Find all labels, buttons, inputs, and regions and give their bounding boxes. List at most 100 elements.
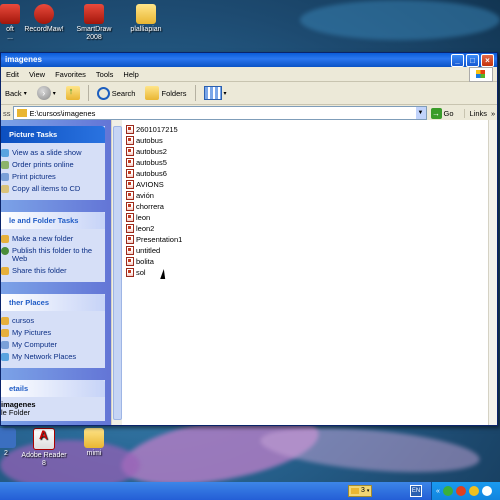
task-label: View as a slide show [12,148,82,157]
task-print-pictures[interactable]: Print pictures [1,171,105,183]
desktop-icon-mimi[interactable]: mimi [66,428,122,458]
folders-button[interactable]: Folders [143,84,188,102]
explorer-window[interactable]: imagenes _ □ × Edit View Favorites Tools… [0,52,498,426]
file-item[interactable]: bolita [126,256,488,267]
chevron-right-icon[interactable]: » [491,109,495,118]
details-type: le Folder [1,408,31,417]
file-list-scrollbar[interactable] [488,120,497,425]
task-pane-scrollbar[interactable] [111,120,122,425]
menu-favorites[interactable]: Favorites [50,70,91,79]
file-folder-tasks-panel: le and Folder Tasks Make a new folder Pu… [1,212,105,282]
file-name: bolita [136,257,154,266]
file-item[interactable]: autobus [126,135,488,146]
place-cursos[interactable]: cursos [1,315,105,327]
tray-app-icon[interactable] [468,486,479,496]
go-button[interactable]: → Go [430,107,454,119]
address-field[interactable]: E:\cursos\imagenes ▼ [12,106,427,120]
chevron-down-icon: ▾ [52,90,56,97]
details-header[interactable]: etails [1,380,105,397]
window-title: imagenes [5,55,42,64]
task-copy-to-cd[interactable]: Copy all items to CD [1,183,105,195]
file-name: avión [136,191,154,200]
menu-view[interactable]: View [24,70,50,79]
desktop-icon-plalliapian[interactable]: plalliapian [118,4,174,34]
task-label: Publish this folder to the Web [12,246,93,263]
tray-app-icon[interactable] [455,486,466,496]
folder-icon [1,317,9,325]
image-file-icon [126,268,134,277]
file-item[interactable]: autobus2 [126,146,488,157]
address-dropdown-button[interactable]: ▼ [415,107,426,119]
task-label: Order prints online [12,160,74,169]
task-label: Make a new folder [12,234,74,243]
taskbar-folder-group[interactable]: 3 ▾ [348,485,373,497]
forward-button[interactable]: › ▾ [35,84,58,102]
views-button[interactable]: ▾ [202,84,229,102]
file-name: autobus6 [136,169,167,178]
title-bar[interactable]: imagenes _ □ × [1,53,497,67]
file-item[interactable]: autobus6 [126,168,488,179]
file-item[interactable]: sol [126,267,488,278]
place-label: My Network Places [12,352,77,361]
task-share-folder[interactable]: Share this folder [1,265,105,277]
other-places-header[interactable]: ther Places [1,294,105,311]
place-label: My Pictures [12,328,52,337]
task-order-prints[interactable]: Order prints online [1,159,105,171]
file-item[interactable]: 2601017215 [126,124,488,135]
toolbar-back-label: Back [5,88,22,98]
views-icon [203,86,222,100]
file-item[interactable]: avión [126,190,488,201]
language-indicator-icon[interactable]: EN [410,485,422,497]
file-item[interactable]: chorrera [126,201,488,212]
back-button[interactable]: Back ▾ [3,84,29,102]
folder-icon [136,4,156,24]
other-places-panel: ther Places cursos My Pictures My Comput… [1,294,105,368]
file-item[interactable]: leon2 [126,223,488,234]
file-name: autobus2 [136,147,167,156]
search-button[interactable]: Search [95,84,138,102]
tray-app-icon[interactable] [442,486,453,496]
file-item[interactable]: AVIONS [126,179,488,190]
maximize-button[interactable]: □ [466,54,479,67]
search-icon [96,86,110,100]
file-name: chorrera [136,202,164,211]
task-label: Print pictures [12,172,56,181]
file-item[interactable]: Presentation1 [126,234,488,245]
place-network[interactable]: My Network Places [1,351,105,363]
desktop-icon-label: plalliapian [130,26,162,33]
file-item[interactable]: autobus5 [126,157,488,168]
file-item[interactable]: leon [126,212,488,223]
up-button[interactable] [64,84,82,102]
desktop-icon-recordmaw[interactable]: RecordMaw! [16,4,72,34]
menu-help[interactable]: Help [118,70,143,79]
menu-edit[interactable]: Edit [1,70,24,79]
task-publish-web[interactable]: Publish this folder to the Web [1,245,105,265]
close-button[interactable]: × [481,54,494,67]
task-view-slideshow[interactable]: View as a slide show [1,147,105,159]
folders-icon [145,86,160,100]
desktop-icon-label: RecordMaw! [24,26,64,33]
minimize-button[interactable]: _ [451,54,464,67]
file-item[interactable]: untitled [126,245,488,256]
desktop-icon-smartdraw[interactable]: SmartDraw 2008 [66,4,122,42]
links-button[interactable]: Links [463,108,487,118]
task-new-folder[interactable]: Make a new folder [1,233,105,245]
desktop-icon-label: SmartDraw 2008 [76,26,112,41]
scrollbar-thumb[interactable] [113,126,122,420]
file-name: untitled [136,246,161,255]
globe-icon [1,247,9,255]
pictures-folder-icon [1,329,9,337]
go-label: Go [443,108,454,118]
image-file-icon [126,191,134,200]
place-my-computer[interactable]: My Computer [1,339,105,351]
desktop-icon-adobe-reader[interactable]: Adobe Reader 8 [16,428,72,468]
tray-app-icon[interactable] [481,486,492,496]
image-file-icon [126,136,134,145]
picture-tasks-header[interactable]: Picture Tasks [1,126,105,143]
place-my-pictures[interactable]: My Pictures [1,327,105,339]
menu-tools[interactable]: Tools [91,70,119,79]
app-icon [0,428,16,448]
record-icon [34,4,54,24]
file-folder-tasks-header[interactable]: le and Folder Tasks [1,212,105,229]
tray-expand-icon[interactable]: « [436,488,440,495]
